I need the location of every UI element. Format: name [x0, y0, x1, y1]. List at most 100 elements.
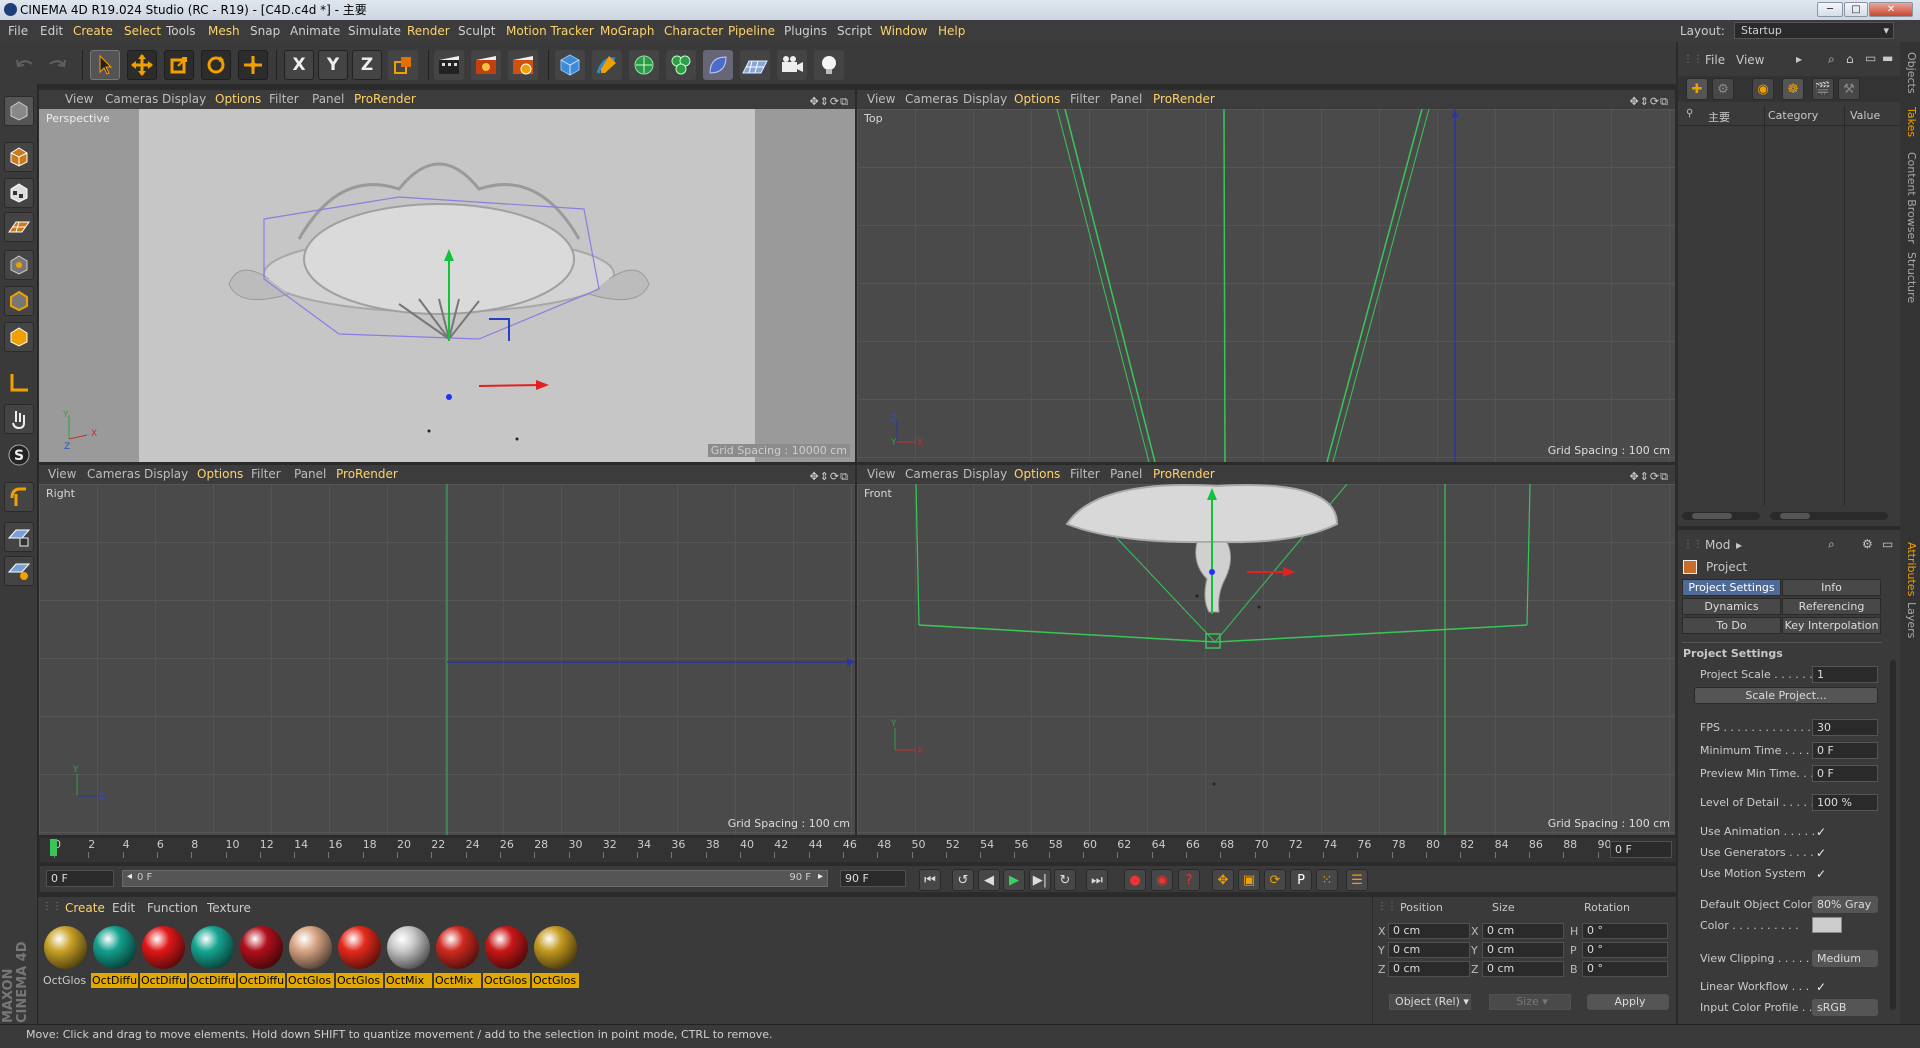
home-icon[interactable]: ⌂	[1846, 52, 1854, 66]
play-forward-button[interactable]: ▶	[1003, 869, 1025, 891]
texture-mode-icon[interactable]	[4, 178, 34, 208]
take-main-item[interactable]: 主要	[1708, 109, 1730, 125]
snap-icon[interactable]: S	[4, 440, 34, 470]
perspective-viewport[interactable]: View Cameras Display Options Filter Pane…	[39, 90, 855, 462]
rotation-field[interactable]: 0 °	[1582, 942, 1668, 958]
scale-tool-icon[interactable]	[164, 50, 194, 80]
vp-menu-filter[interactable]: Filter	[269, 90, 299, 109]
cube-object-icon[interactable]	[555, 50, 585, 80]
add-child-take-icon[interactable]: ⚙	[1712, 78, 1734, 100]
vp-menu-display[interactable]: Display	[963, 465, 1007, 484]
tab-info[interactable]: Info	[1782, 579, 1881, 596]
menu-pipeline[interactable]: Pipeline	[728, 20, 775, 42]
vp-menu-panel[interactable]: Panel	[1110, 465, 1142, 484]
tab-key-interpolation[interactable]: Key Interpolation	[1782, 617, 1881, 634]
attr-mode-menu[interactable]: Mod	[1705, 538, 1730, 552]
side-tab-layers[interactable]: Layers	[1902, 602, 1918, 638]
vp-menu-cameras[interactable]: Cameras	[87, 465, 140, 484]
y-axis-lock-button[interactable]: Y	[318, 50, 348, 80]
minimum-time-field[interactable]: 0 F	[1812, 742, 1878, 759]
use-animation-checkbox[interactable]: ✓	[1816, 826, 1828, 838]
close-button[interactable]: ✕	[1869, 2, 1913, 17]
lock-overrides-icon[interactable]: ⚒	[1838, 78, 1860, 100]
project-scale-field[interactable]: 1	[1812, 666, 1878, 683]
undo-icon[interactable]	[10, 50, 40, 80]
view-clipping-dropdown[interactable]: Medium	[1812, 950, 1878, 967]
locked-workplane-icon[interactable]	[4, 522, 34, 552]
vp-menu-options[interactable]: Options	[197, 465, 243, 484]
redo-icon[interactable]	[42, 50, 72, 80]
record-scale-button[interactable]: ▣	[1238, 869, 1260, 891]
vp-menu-display[interactable]: Display	[144, 465, 188, 484]
clapper-icon[interactable]: 🎬	[1812, 78, 1834, 100]
tab-referencing[interactable]: Referencing	[1782, 598, 1881, 615]
use-generators-checkbox[interactable]: ✓	[1816, 847, 1828, 859]
mat-menu-function[interactable]: Function	[147, 901, 198, 915]
menu-simulate[interactable]: Simulate	[348, 20, 401, 42]
menu-select[interactable]: Select	[124, 20, 161, 42]
tweak-mode-icon[interactable]	[4, 404, 34, 434]
side-tab-objects[interactable]: Objects	[1902, 52, 1918, 94]
vp-menu-cameras[interactable]: Cameras	[905, 90, 958, 109]
material-item[interactable]: OctMix	[385, 926, 432, 992]
menu-create[interactable]: Create	[73, 20, 113, 42]
vp-menu-filter[interactable]: Filter	[1070, 90, 1100, 109]
vp-menu-filter[interactable]: Filter	[251, 465, 281, 484]
model-mode-icon[interactable]	[4, 142, 34, 172]
vp-menu-view[interactable]: View	[867, 465, 895, 484]
material-item[interactable]: OctDiffu	[91, 926, 138, 992]
size-field[interactable]: 0 cm	[1482, 961, 1564, 977]
next-frame-button[interactable]: ▶|	[1029, 869, 1051, 891]
chevron-right-icon[interactable]: ▸	[1736, 538, 1742, 552]
record-position-button[interactable]: ✥	[1212, 869, 1234, 891]
chevron-right-icon[interactable]: ▸	[1796, 52, 1802, 66]
collapse-icon[interactable]: ▬	[1882, 51, 1893, 65]
vp-menu-view[interactable]: View	[48, 465, 76, 484]
top-viewport[interactable]: View Cameras Display Options Filter Pane…	[857, 90, 1675, 462]
coordinate-system-icon[interactable]	[388, 50, 418, 80]
cloner-icon[interactable]	[666, 50, 696, 80]
vp-menu-prorender[interactable]: ProRender	[354, 90, 416, 109]
record-point-level-button[interactable]: ⁙	[1316, 869, 1338, 891]
timeline-ruler[interactable]: 0 2 4 6 8 10 12 14 16 18 20 22 24 26 28 30 32 34 36 38 40 42 4…	[40, 838, 1676, 862]
material-item[interactable]: OctGlos	[532, 926, 579, 992]
pen-spline-icon[interactable]	[592, 50, 622, 80]
auto-take-icon[interactable]: ☸	[1782, 78, 1804, 100]
menu-file[interactable]: File	[8, 20, 28, 42]
vp-menu-display[interactable]: Display	[963, 90, 1007, 109]
obj-menu-view[interactable]: View	[1736, 53, 1764, 67]
side-tab-structure[interactable]: Structure	[1902, 252, 1918, 303]
size-field[interactable]: 0 cm	[1482, 923, 1564, 939]
material-item[interactable]: OctGlos	[287, 926, 334, 992]
coordinate-mode-dropdown[interactable]: Object (Rel) ▾	[1389, 994, 1471, 1010]
material-item[interactable]: OctGlos	[42, 926, 89, 992]
go-to-end-button[interactable]: ⏭	[1086, 869, 1108, 891]
x-axis-lock-button[interactable]: X	[284, 50, 314, 80]
previous-key-button[interactable]: ↺	[952, 869, 974, 891]
floor-object-icon[interactable]	[740, 50, 770, 80]
tab-dynamics[interactable]: Dynamics	[1682, 598, 1781, 615]
rotate-tool-icon[interactable]	[201, 50, 231, 80]
horizontal-scrollbar[interactable]	[1682, 512, 1760, 520]
vp-menu-panel[interactable]: Panel	[312, 90, 344, 109]
camera-object-icon[interactable]	[777, 50, 807, 80]
keyframe-selection-button[interactable]: ?	[1178, 869, 1200, 891]
vp-menu-cameras[interactable]: Cameras	[105, 90, 158, 109]
menu-mograph[interactable]: MoGraph	[600, 20, 655, 42]
override-icon[interactable]: ◉	[1752, 78, 1774, 100]
rotation-field[interactable]: 0 °	[1582, 961, 1668, 977]
side-tab-attributes[interactable]: Attributes	[1902, 542, 1918, 596]
material-item[interactable]: OctDiffu	[189, 926, 236, 992]
tab-project-settings[interactable]: Project Settings	[1682, 579, 1781, 596]
position-field[interactable]: 0 cm	[1388, 942, 1470, 958]
vp-menu-cameras[interactable]: Cameras	[905, 465, 958, 484]
tab-to-do[interactable]: To Do	[1682, 617, 1781, 634]
menu-window[interactable]: Window	[880, 20, 927, 42]
vp-menu-panel[interactable]: Panel	[294, 465, 326, 484]
planar-workplane-icon[interactable]	[4, 556, 34, 586]
points-mode-icon[interactable]	[4, 250, 34, 280]
workplane-mode-icon[interactable]	[4, 212, 34, 242]
vp-menu-options[interactable]: Options	[1014, 90, 1060, 109]
vertical-scrollbar[interactable]	[1890, 660, 1896, 1010]
start-frame-field[interactable]: 0 F	[46, 870, 114, 887]
